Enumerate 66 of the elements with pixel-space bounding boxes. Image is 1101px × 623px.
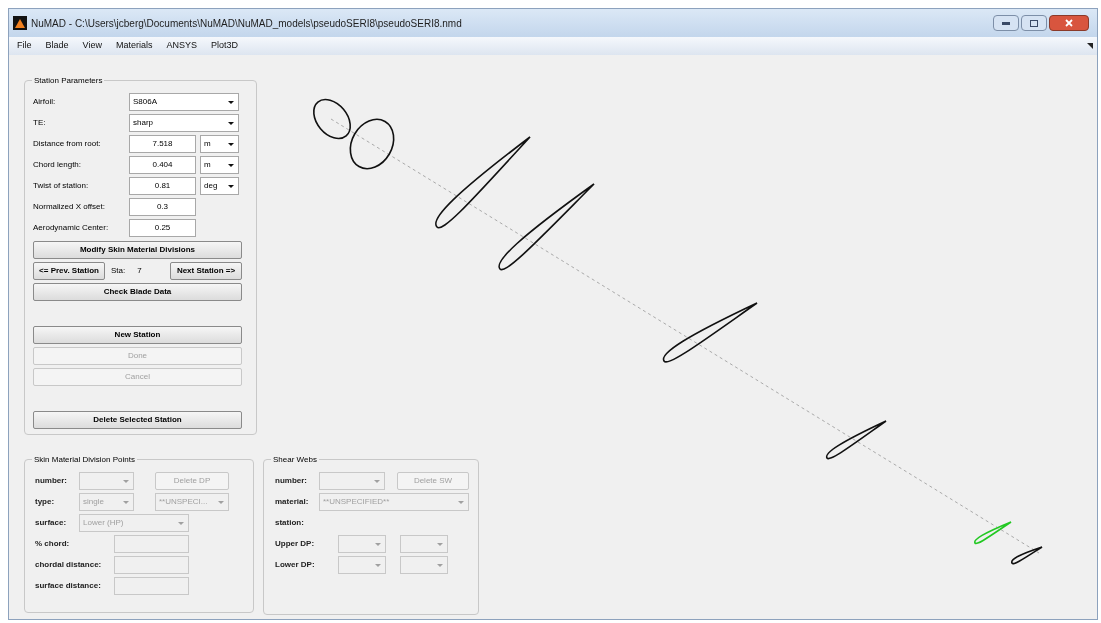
menu-item[interactable]: File (17, 39, 32, 53)
caret-icon (228, 121, 234, 125)
maximize-button[interactable] (1021, 15, 1047, 31)
close-button[interactable] (1049, 15, 1089, 31)
field-label: Airfoil: (33, 96, 57, 108)
dropdown[interactable]: deg (200, 177, 239, 195)
caret-icon (123, 500, 129, 504)
button[interactable]: Delete Selected Station (33, 411, 242, 429)
app-logo-icon (13, 16, 27, 30)
field-label: chordal distance: (35, 559, 103, 571)
menu-item[interactable]: View (82, 39, 102, 53)
field-label: number: (35, 475, 68, 487)
field-label: material: (275, 496, 310, 508)
toolbar-chevron-icon[interactable] (1087, 43, 1093, 49)
restore-icon (1030, 19, 1038, 27)
caret-icon (375, 542, 381, 546)
button[interactable]: New Station (33, 326, 242, 344)
caret-icon (228, 163, 234, 167)
caret-icon (178, 521, 184, 525)
input-field[interactable]: 7.518 (129, 135, 196, 153)
menu-item[interactable]: ANSYS (166, 39, 197, 53)
button[interactable]: Next Station => (170, 262, 242, 280)
caret-icon (437, 542, 443, 546)
caret-icon (123, 479, 129, 483)
button[interactable]: Modify Skin Material Divisions (33, 241, 242, 259)
field-label: Lower DP: (275, 559, 316, 571)
caret-icon (218, 500, 224, 504)
dropdown[interactable]: S806A (129, 93, 239, 111)
field-label: station: (275, 517, 305, 529)
caret-icon (228, 142, 234, 146)
field-label: % chord: (35, 538, 71, 550)
caret-icon (458, 500, 464, 504)
caret-icon (228, 184, 234, 188)
input-field[interactable]: 0.3 (129, 198, 196, 216)
input-field[interactable]: 0.25 (129, 219, 196, 237)
field-label: TE: (33, 117, 47, 129)
minimize-icon (1002, 21, 1010, 25)
field-label: type: (35, 496, 56, 508)
caret-icon (228, 100, 234, 104)
menu-item[interactable]: Materials (115, 39, 153, 53)
caret-icon (375, 563, 381, 567)
station-number: 7 (137, 265, 142, 277)
dropdown[interactable]: m (200, 156, 239, 174)
caret-icon (374, 479, 380, 483)
field-label: Normalized X offset: (33, 201, 106, 213)
button[interactable]: <= Prev. Station (33, 262, 105, 280)
window-title: NuMAD - C:\Users\jcberg\Documents\NuMAD\NuMAD_models\pseudoSERI8\pseudoSERI8.nmd (31, 16, 462, 31)
field-label: Aerodynamic Center: (33, 222, 110, 234)
dropdown[interactable]: m (200, 135, 239, 153)
field-label: Distance from root: (33, 138, 102, 150)
field-label: Twist of station: (33, 180, 90, 192)
close-icon (1065, 19, 1073, 27)
dropdown[interactable]: sharp (129, 114, 239, 132)
button[interactable]: Check Blade Data (33, 283, 242, 301)
menu-item[interactable]: Blade (45, 39, 69, 53)
field-label: surface: (35, 517, 68, 529)
input-field[interactable]: 0.81 (129, 177, 196, 195)
field-label: surface distance: (35, 580, 102, 592)
caret-icon (437, 563, 443, 567)
minimize-button[interactable] (993, 15, 1019, 31)
input-field[interactable]: 0.404 (129, 156, 196, 174)
field-label: Upper DP: (275, 538, 316, 550)
station-label: Sta: (111, 265, 126, 277)
field-label: number: (275, 475, 308, 487)
field-label: Chord length: (33, 159, 83, 171)
menu-item[interactable]: Plot3D (210, 39, 238, 53)
